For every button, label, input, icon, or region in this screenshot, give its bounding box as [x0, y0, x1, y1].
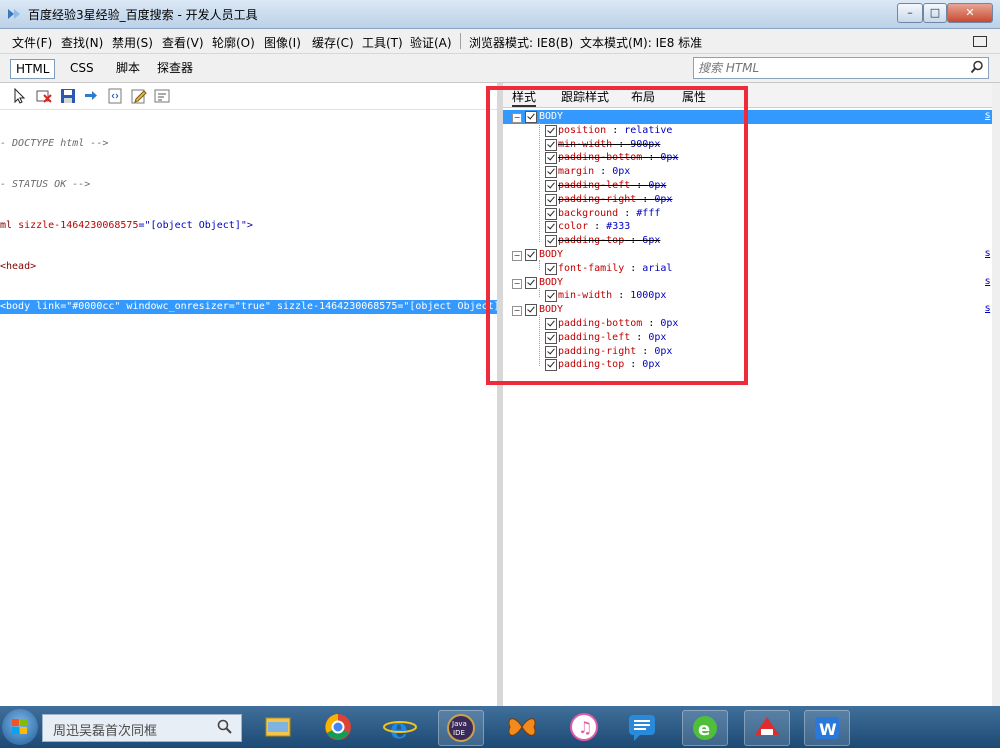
baidu-watermark: Bai du 经验	[762, 641, 987, 685]
windows-logo-icon	[12, 719, 27, 734]
green-browser-icon[interactable]: e	[682, 710, 728, 746]
menu-view[interactable]: 查看(V)	[162, 34, 204, 51]
html-tree-pane: - DOCTYPE html --> - STATUS OK --> ml si…	[0, 83, 497, 706]
menu-cache[interactable]: 缓存(C)	[312, 34, 354, 51]
svg-text:e: e	[698, 719, 710, 740]
menu-browser-mode[interactable]: 浏览器模式: IE8(B)	[469, 34, 573, 51]
title-bar: 百度经验3星经验_百度搜索 - 开发人员工具 – □ ✕	[0, 0, 1000, 29]
tab-html[interactable]: HTML	[10, 59, 56, 79]
svg-text:W: W	[819, 720, 837, 739]
refresh-icon[interactable]	[83, 88, 99, 104]
menu-separator	[460, 33, 461, 49]
select-element-icon[interactable]	[12, 88, 28, 104]
menu-file[interactable]: 文件(F)	[12, 34, 52, 51]
save-icon[interactable]	[60, 88, 76, 104]
tab-script[interactable]: 脚本	[111, 59, 145, 77]
svg-text:♫: ♫	[578, 718, 592, 737]
rule-source-link[interactable]: s	[985, 276, 990, 287]
rule-source-link[interactable]: s	[985, 110, 990, 121]
clear-outlines-icon[interactable]	[36, 88, 52, 104]
html-source-tree: - DOCTYPE html --> - STATUS OK --> ml si…	[0, 110, 497, 341]
status-comment[interactable]: - STATUS OK -->	[0, 178, 497, 192]
menu-find[interactable]: 查找(N)	[61, 34, 103, 51]
svg-text:e: e	[390, 712, 408, 744]
start-button[interactable]	[2, 709, 38, 745]
dom-source-icon[interactable]	[107, 88, 123, 104]
menu-tools[interactable]: 工具(T)	[362, 34, 403, 51]
taskbar: 周迅吴磊首次同框 e Java IDE ♫ e W	[0, 706, 1000, 748]
chrome-icon[interactable]	[316, 710, 360, 744]
file-explorer-icon[interactable]	[256, 710, 300, 744]
search-input[interactable]	[698, 60, 958, 76]
html-toolbar	[0, 83, 497, 110]
dev-tools-icon	[8, 9, 20, 19]
annotation-highlight-box	[486, 86, 748, 385]
edit-icon[interactable]	[131, 88, 147, 104]
body-element-line[interactable]: <body link="#0000cc" windowc_onresizer="…	[0, 300, 497, 314]
doctype-comment[interactable]: - DOCTYPE html -->	[0, 137, 497, 151]
messages-icon[interactable]	[620, 710, 664, 744]
taskbar-search[interactable]: 周迅吴磊首次同框	[42, 714, 242, 742]
minimize-panel-icon[interactable]	[973, 36, 987, 47]
rule-source-link[interactable]: s	[985, 303, 990, 314]
red-app-icon[interactable]	[744, 710, 790, 746]
search-box	[693, 57, 989, 79]
right-scrollbar[interactable]	[992, 83, 1000, 706]
menu-outline[interactable]: 轮廓(O)	[212, 34, 255, 51]
word-app-icon[interactable]: W	[804, 710, 850, 746]
search-icon	[217, 719, 232, 734]
taskbar-search-text: 周迅吴磊首次同框	[53, 724, 158, 739]
java-ee-ide-icon[interactable]: Java IDE	[438, 710, 484, 746]
butterfly-app-icon[interactable]	[500, 710, 544, 744]
rule-source-link[interactable]: s	[985, 248, 990, 259]
svg-text:Java: Java	[451, 720, 467, 728]
tab-profiler[interactable]: 探查器	[152, 59, 198, 77]
svg-text:IDE: IDE	[453, 729, 465, 737]
menu-bar: 文件(F) 查找(N) 禁用(S) 查看(V) 轮廓(O) 图像(I) 缓存(C…	[0, 29, 1000, 54]
tab-css[interactable]: CSS	[65, 59, 99, 77]
menu-images[interactable]: 图像(I)	[264, 34, 301, 51]
internet-explorer-icon[interactable]: e	[378, 710, 422, 745]
search-icon[interactable]	[970, 60, 984, 74]
window-title: 百度经验3星经验_百度搜索 - 开发人员工具	[28, 8, 258, 22]
menu-disable[interactable]: 禁用(S)	[112, 34, 153, 51]
html-element-line[interactable]: ml sizzle-1464230068575="[object Object]…	[0, 219, 497, 233]
close-button[interactable]: ✕	[947, 3, 993, 23]
maximize-button[interactable]: □	[923, 3, 947, 23]
minimize-button[interactable]: –	[897, 3, 923, 23]
head-element-line[interactable]: <head>	[0, 260, 497, 274]
word-wrap-icon[interactable]	[154, 88, 170, 104]
menu-validate[interactable]: 验证(A)	[410, 34, 452, 51]
menu-document-mode[interactable]: 文本模式(M): IE8 标准	[580, 34, 702, 51]
itunes-icon[interactable]: ♫	[562, 710, 606, 744]
